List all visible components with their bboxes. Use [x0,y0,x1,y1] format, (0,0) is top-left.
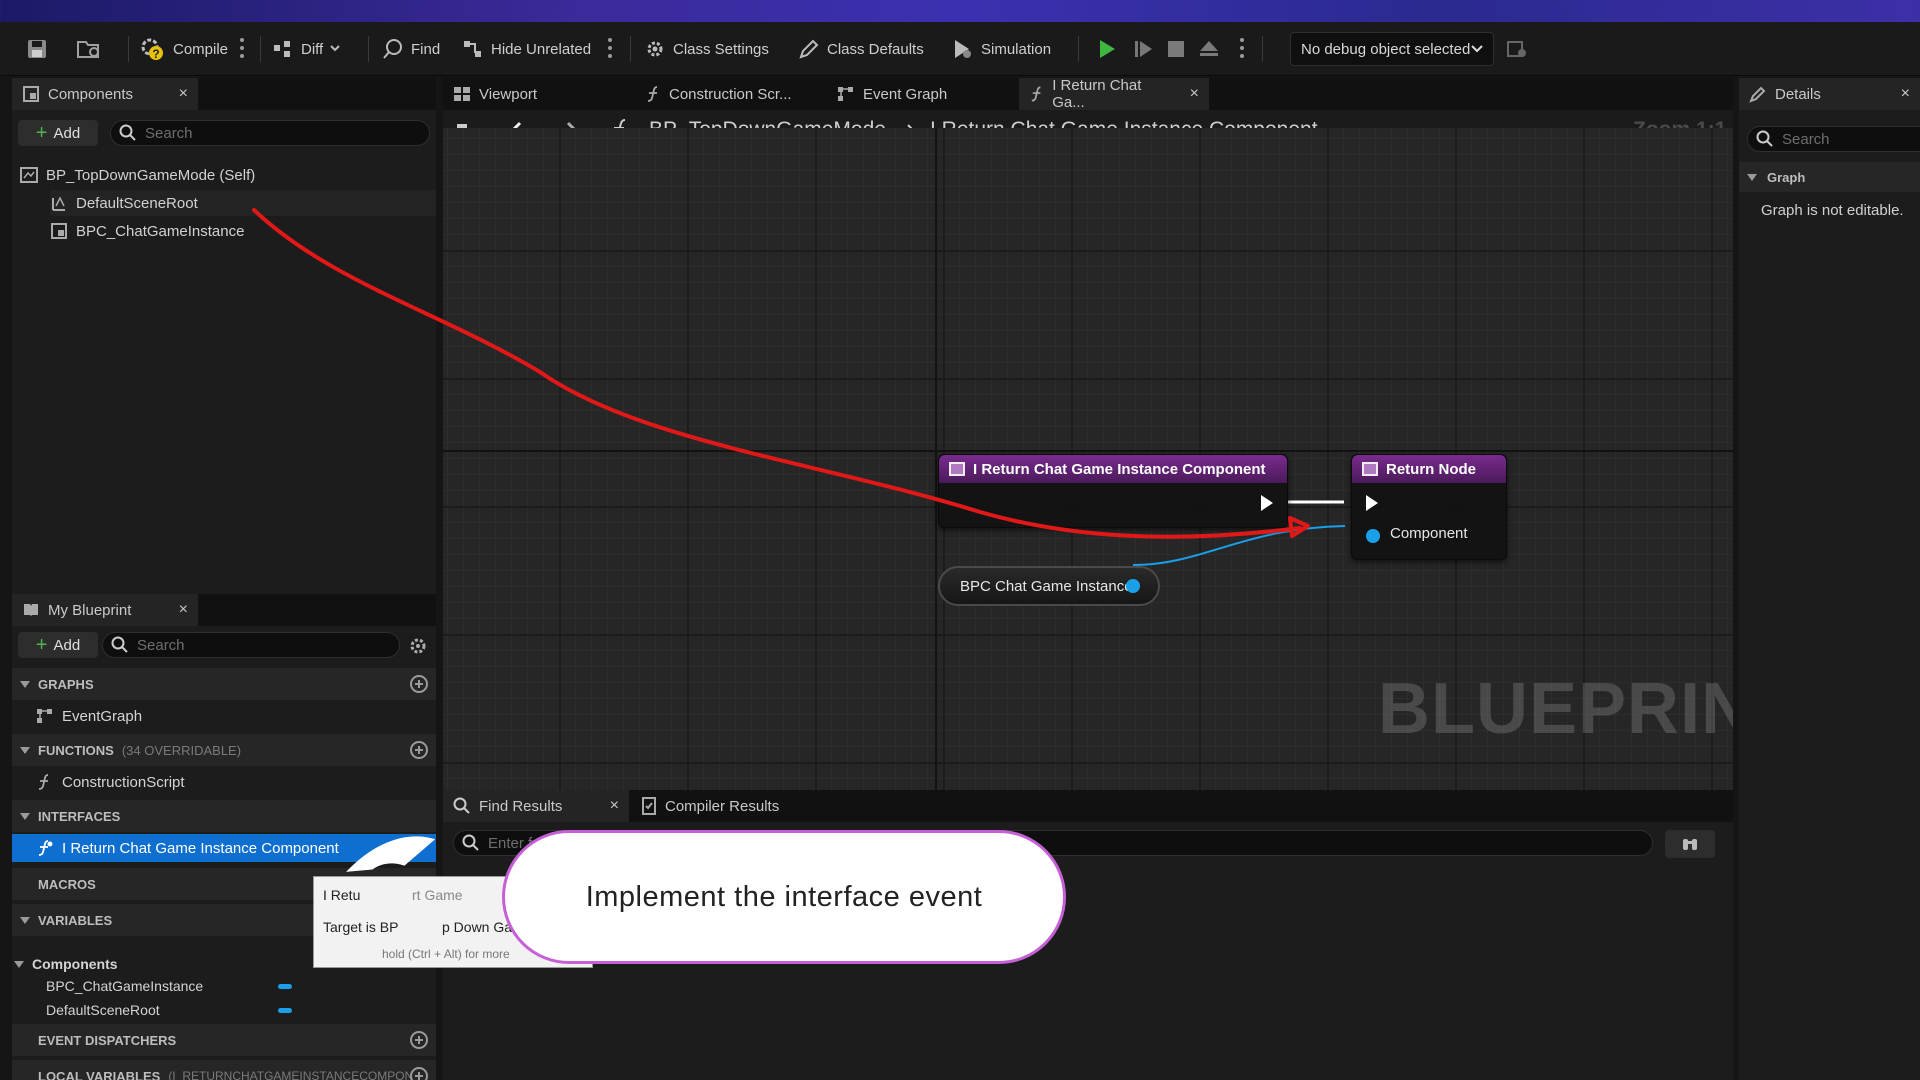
callout-text: Implement the interface event [585,880,983,913]
callout-pointer [346,836,436,872]
callout-bubble: Implement the interface event [502,830,1066,964]
unreal-editor-window: ? Compile Diff Find Hide Unrelated Class… [0,22,1920,1080]
annotation-red-arrow [252,208,1302,539]
